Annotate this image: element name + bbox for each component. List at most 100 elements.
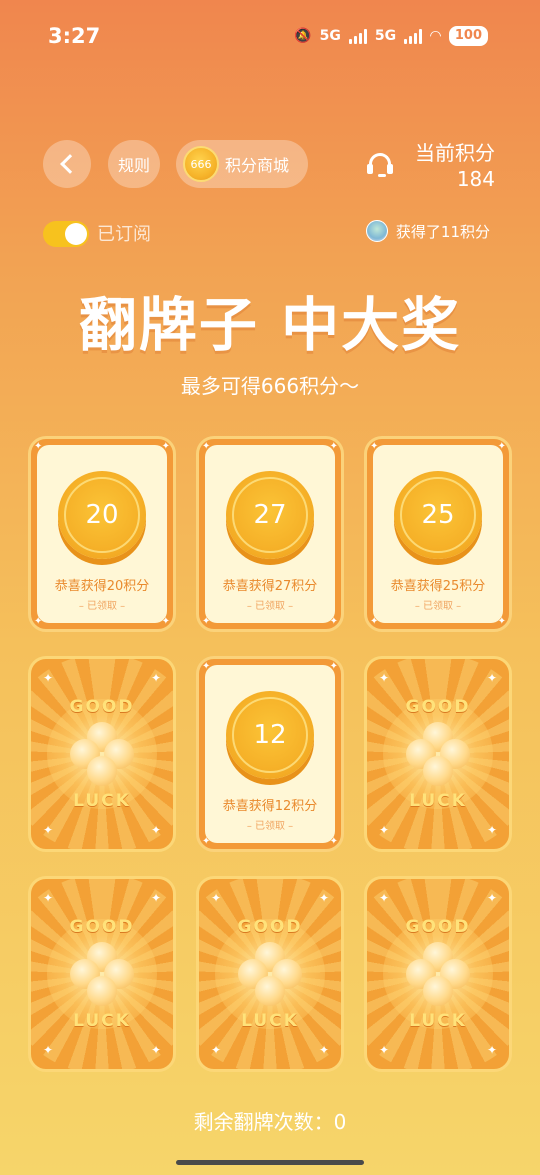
network-label: 5G	[374, 28, 397, 44]
clover-icon	[406, 722, 470, 786]
revealed-card: 20 恭喜获得20积分 – 已领取 – ✦ ✦ ✦ ✦	[28, 436, 176, 632]
clover-icon	[406, 942, 470, 1006]
sparkle-icon: ✦	[202, 661, 211, 672]
back-button[interactable]	[43, 140, 91, 188]
claimed-text: – 已领取 –	[246, 601, 294, 612]
sparkle-icon: ✦	[318, 1043, 329, 1057]
luck-text: LUCK	[73, 1011, 131, 1031]
hidden-card[interactable]: GOOD LUCK ✦ ✦ ✦ ✦	[196, 876, 344, 1072]
rules-button[interactable]: 规则	[108, 140, 160, 188]
avatar	[365, 220, 388, 242]
hidden-card[interactable]: GOOD LUCK ✦ ✦ ✦ ✦	[364, 876, 512, 1072]
sparkle-icon: ✦	[211, 891, 222, 905]
page-title: 翻牌子 中大奖	[78, 291, 462, 359]
reward-ticker: 获得了11积分	[365, 220, 490, 242]
coin-icon: 12	[226, 691, 314, 779]
hidden-card[interactable]: GOOD LUCK ✦ ✦ ✦ ✦	[364, 656, 512, 852]
sparkle-icon: ✦	[43, 671, 54, 685]
status-bar: 3:27 🔕 5G 5G ◠ 100	[0, 0, 540, 72]
sparkle-icon: ✦	[202, 836, 211, 847]
subscribe-label: 已订阅	[97, 224, 151, 245]
card-grid: 20 恭喜获得20积分 – 已领取 – ✦ ✦ ✦ ✦ 27 恭喜获得27积分 – 已领取 – ✦ ✦…	[28, 436, 512, 1072]
coin-value: 27	[253, 500, 287, 530]
sparkle-icon: ✦	[329, 616, 338, 627]
signal-icon	[404, 28, 423, 44]
sparkle-icon: ✦	[150, 1043, 161, 1057]
sparkle-icon: ✦	[161, 441, 170, 452]
subscription-row: 已订阅 获得了11积分	[0, 218, 540, 248]
claimed-text: – 已领取 –	[78, 601, 126, 612]
page-subtitle: 最多可得666积分～	[180, 374, 360, 398]
luck-text: LUCK	[409, 1011, 467, 1031]
luck-text: LUCK	[73, 791, 131, 811]
card-face: 12 恭喜获得12积分 – 已领取 –	[205, 665, 335, 843]
sparkle-icon: ✦	[370, 616, 379, 627]
sparkle-icon: ✦	[161, 616, 170, 627]
sparkle-icon: ✦	[329, 441, 338, 452]
sparkle-icon: ✦	[150, 891, 161, 905]
home-indicator[interactable]	[176, 1160, 364, 1165]
claimed-text: – 已领取 –	[246, 821, 294, 832]
good-text: GOOD	[69, 697, 135, 717]
remaining-flips: 剩余翻牌次数：0	[193, 1110, 347, 1134]
coin-value: 25	[421, 500, 455, 530]
sparkle-icon: ✦	[370, 441, 379, 452]
mute-icon: 🔕	[294, 28, 312, 44]
sparkle-icon: ✦	[150, 671, 161, 685]
won-text: 恭喜获得27积分	[222, 579, 318, 594]
claimed-text: – 已领取 –	[414, 601, 462, 612]
customer-service-icon[interactable]	[366, 152, 394, 180]
sparkle-icon: ✦	[329, 836, 338, 847]
sparkle-icon: ✦	[150, 823, 161, 837]
hidden-card[interactable]: GOOD LUCK ✦ ✦ ✦ ✦	[28, 876, 176, 1072]
clover-icon	[70, 942, 134, 1006]
sparkle-icon: ✦	[379, 1043, 390, 1057]
sparkle-icon: ✦	[43, 1043, 54, 1057]
sparkle-icon: ✦	[43, 891, 54, 905]
network-label: 5G	[319, 28, 341, 44]
coin-icon: 25	[394, 471, 482, 559]
card-face: 20 恭喜获得20积分 – 已领取 –	[37, 445, 167, 623]
sparkle-icon: ✦	[202, 616, 211, 627]
sparkle-icon: ✦	[318, 891, 329, 905]
sparkle-icon: ✦	[43, 823, 54, 837]
ticker-text: 获得了11积分	[395, 222, 490, 241]
status-icons: 🔕 5G 5G ◠ 100	[294, 26, 488, 46]
sparkle-icon: ✦	[486, 671, 497, 685]
subscribe-toggle[interactable]	[43, 221, 89, 247]
chevron-left-icon	[60, 154, 80, 174]
won-text: 恭喜获得20积分	[54, 579, 150, 594]
won-text: 恭喜获得25积分	[390, 579, 486, 594]
coin-icon: 666	[183, 146, 219, 182]
revealed-card: 12 恭喜获得12积分 – 已领取 – ✦ ✦ ✦ ✦	[196, 656, 344, 852]
sparkle-icon: ✦	[486, 891, 497, 905]
sparkle-icon: ✦	[486, 1043, 497, 1057]
points-mall-button[interactable]: 666 积分商城	[176, 140, 308, 188]
luck-text: LUCK	[241, 1011, 299, 1031]
luck-text: LUCK	[409, 791, 467, 811]
points-value: 184	[456, 167, 495, 191]
points-label: 当前积分	[415, 141, 495, 165]
sparkle-icon: ✦	[202, 441, 211, 452]
sparkle-icon: ✦	[379, 671, 390, 685]
sparkle-icon: ✦	[329, 661, 338, 672]
header: 规则 666 积分商城 当前积分 184	[0, 140, 540, 191]
coin-value: 12	[253, 720, 287, 750]
sparkle-icon: ✦	[34, 616, 43, 627]
clover-icon	[70, 722, 134, 786]
good-text: GOOD	[69, 917, 135, 937]
status-time: 3:27	[48, 24, 101, 48]
sparkle-icon: ✦	[34, 441, 43, 452]
card-face: 27 恭喜获得27积分 – 已领取 –	[205, 445, 335, 623]
good-text: GOOD	[405, 697, 471, 717]
coin-icon: 20	[58, 471, 146, 559]
wifi-icon: ◠	[430, 28, 441, 44]
sparkle-icon: ✦	[486, 823, 497, 837]
battery-icon: 100	[448, 26, 488, 46]
signal-icon	[348, 28, 367, 44]
hidden-card[interactable]: GOOD LUCK ✦ ✦ ✦ ✦	[28, 656, 176, 852]
sparkle-icon: ✦	[497, 441, 506, 452]
good-text: GOOD	[237, 917, 303, 937]
won-text: 恭喜获得12积分	[222, 799, 318, 814]
sparkle-icon: ✦	[379, 891, 390, 905]
